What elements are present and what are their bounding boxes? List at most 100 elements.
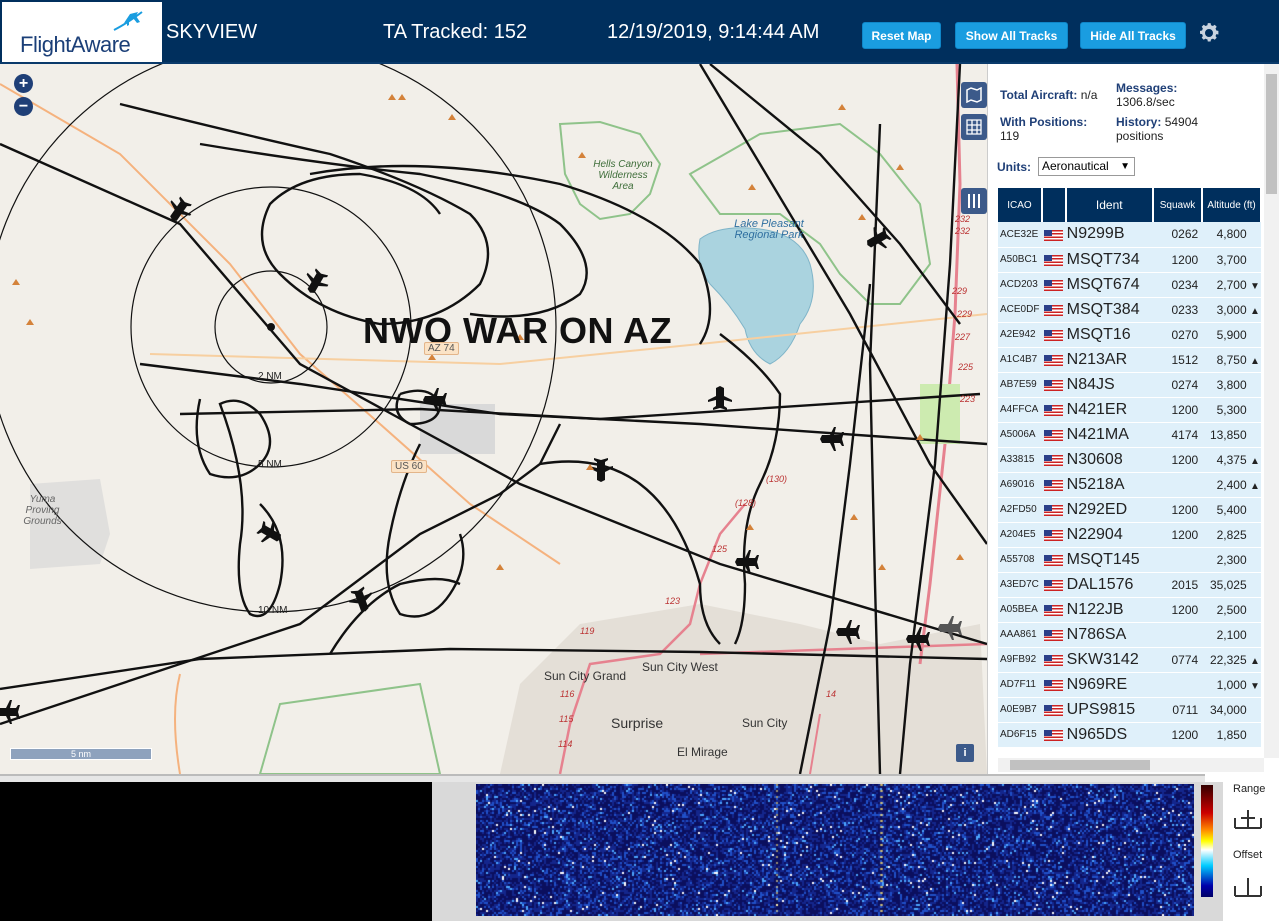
table-row[interactable]: A1C4B7 N213AR 1512 8,750 ▲: [998, 347, 1261, 373]
table-row[interactable]: ACE32E N9299B 0262 4,800: [998, 222, 1261, 248]
altitude-value: 1,000: [1216, 677, 1247, 692]
us-flag-icon: [1043, 304, 1063, 316]
column-header-altitude[interactable]: Altitude (ft): [1202, 188, 1262, 222]
icao-cell: A50BC1: [998, 247, 1042, 273]
table-row[interactable]: AB7E59 N84JS 0274 3,800: [998, 372, 1261, 398]
icao-cell: A2E942: [998, 322, 1042, 348]
altitude-trend: ▲: [1250, 355, 1260, 367]
icao-cell: A55708: [998, 547, 1042, 573]
highway-marker: 232: [955, 226, 971, 236]
flag-cell: [1041, 272, 1066, 298]
columns-toggle-button[interactable]: [961, 188, 987, 214]
scrollbar-thumb[interactable]: [1266, 74, 1277, 194]
hide-all-tracks-button[interactable]: Hide All Tracks: [1080, 22, 1186, 49]
units-select[interactable]: Aeronautical ▼: [1038, 157, 1135, 176]
icao-cell: A33815: [998, 447, 1042, 473]
table-row[interactable]: A9FB92 SKW3142 0774 22,325 ▲: [998, 647, 1261, 673]
flag-cell: [1041, 647, 1066, 673]
grid-toggle-button[interactable]: [961, 114, 987, 140]
us-flag-icon: [1043, 604, 1063, 616]
ident-cell: SKW3142: [1065, 647, 1153, 673]
zoom-out-button[interactable]: −: [14, 97, 33, 116]
info-button[interactable]: i: [956, 744, 974, 762]
table-row[interactable]: A3ED7C DAL1576 2015 35,025: [998, 572, 1261, 598]
gear-icon[interactable]: [1197, 21, 1221, 45]
road-label-az74: AZ 74: [424, 342, 459, 355]
range-label: Range: [1233, 783, 1266, 795]
altitude-cell: 5,400: [1202, 497, 1261, 523]
scrollbar-thumb[interactable]: [1010, 760, 1150, 770]
offset-slider-icon[interactable]: [1233, 876, 1263, 898]
column-header-ident[interactable]: Ident: [1065, 188, 1154, 222]
range-slider-icon[interactable]: [1233, 808, 1263, 830]
altitude-cell: 5,900: [1202, 322, 1261, 348]
ident-cell: N292ED: [1065, 497, 1153, 523]
altitude-cell: 2,100: [1202, 622, 1261, 648]
zoom-in-button[interactable]: +: [14, 74, 33, 93]
table-row[interactable]: ACD203 MSQT674 0234 2,700 ▼: [998, 272, 1261, 298]
table-row[interactable]: A5006A N421MA 4174 13,850: [998, 422, 1261, 448]
table-row[interactable]: A2FD50 N292ED 1200 5,400: [998, 497, 1261, 523]
squawk-cell: 0233: [1152, 297, 1203, 323]
city-label-el-mirage: El Mirage: [677, 745, 728, 759]
table-row[interactable]: AAA861 N786SA 2,100: [998, 622, 1261, 648]
grid-icon: [966, 119, 982, 135]
flightaware-logo[interactable]: FlightAware: [2, 2, 162, 62]
table-row[interactable]: A0E9B7 UPS9815 0711 34,000: [998, 697, 1261, 723]
us-flag-icon: [1043, 229, 1063, 241]
squawk-cell: 0774: [1152, 647, 1203, 673]
map-view[interactable]: + − NWO WAR ON AZ 2 NM 5 NM 10 NM AZ 74 …: [0, 64, 987, 774]
table-row[interactable]: A204E5 N22904 1200 2,825: [998, 522, 1261, 548]
squawk-cell: 0262: [1152, 222, 1203, 248]
column-header-flag[interactable]: [1041, 188, 1067, 222]
highway-marker: 125: [712, 544, 728, 554]
us-flag-icon: [1043, 504, 1063, 516]
show-all-tracks-button[interactable]: Show All Tracks: [955, 22, 1068, 49]
table-row[interactable]: A05BEA N122JB 1200 2,500: [998, 597, 1261, 623]
icao-cell: AD7F11: [998, 672, 1042, 698]
panel-divider[interactable]: [0, 774, 1205, 782]
map-icon: [966, 87, 982, 103]
table-row[interactable]: A50BC1 MSQT734 1200 3,700: [998, 247, 1261, 273]
map-layers-button[interactable]: [961, 82, 987, 108]
icao-cell: A3ED7C: [998, 572, 1042, 598]
altitude-value: 2,825: [1216, 527, 1247, 542]
us-flag-icon: [1043, 579, 1063, 591]
altitude-value: 3,000: [1216, 302, 1247, 317]
table-row[interactable]: AD6F15 N965DS 1200 1,850: [998, 722, 1261, 748]
history-unit: positions: [1116, 129, 1164, 143]
table-row[interactable]: A2E942 MSQT16 0270 5,900: [998, 322, 1261, 348]
us-flag-icon: [1043, 329, 1063, 341]
us-flag-icon: [1043, 454, 1063, 466]
squawk-cell: [1152, 672, 1203, 698]
ident-cell: N965DS: [1065, 722, 1153, 748]
table-row[interactable]: A4FFCA N421ER 1200 5,300: [998, 397, 1261, 423]
panel-horizontal-scrollbar[interactable]: [998, 758, 1264, 772]
altitude-cell: 2,700 ▼: [1202, 272, 1261, 298]
flag-cell: [1041, 522, 1066, 548]
table-row[interactable]: A33815 N30608 1200 4,375 ▲: [998, 447, 1261, 473]
highway-marker: 116: [560, 689, 575, 699]
panel-vertical-scrollbar[interactable]: [1264, 64, 1279, 758]
table-row[interactable]: ACE0DF MSQT384 0233 3,000 ▲: [998, 297, 1261, 323]
table-row[interactable]: AD7F11 N969RE 1,000 ▼: [998, 672, 1261, 698]
reset-map-button[interactable]: Reset Map: [862, 22, 941, 49]
flag-cell: [1041, 372, 1066, 398]
altitude-trend: ▲: [1250, 305, 1260, 317]
column-header-squawk[interactable]: Squawk: [1152, 188, 1204, 222]
aircraft-table-container[interactable]: ICAO Ident Squawk Altitude (ft) ACE32E N9…: [998, 188, 1262, 756]
aircraft-table: ICAO Ident Squawk Altitude (ft) ACE32E N9…: [998, 188, 1262, 748]
altitude-value: 2,500: [1216, 602, 1247, 617]
flag-cell: [1041, 397, 1066, 423]
column-header-icao[interactable]: ICAO: [998, 188, 1043, 222]
app-title: SKYVIEW: [166, 21, 258, 43]
ident-cell: MSQT674: [1065, 272, 1153, 298]
us-flag-icon: [1043, 354, 1063, 366]
table-row[interactable]: A69016 N5218A 2,400 ▲: [998, 472, 1261, 498]
highway-marker: (130): [766, 474, 788, 484]
highway-marker: 225: [958, 362, 974, 372]
squawk-cell: 1200: [1152, 597, 1203, 623]
flag-cell: [1041, 622, 1066, 648]
table-row[interactable]: A55708 MSQT145 2,300: [998, 547, 1261, 573]
highway-marker: 119: [580, 626, 595, 636]
